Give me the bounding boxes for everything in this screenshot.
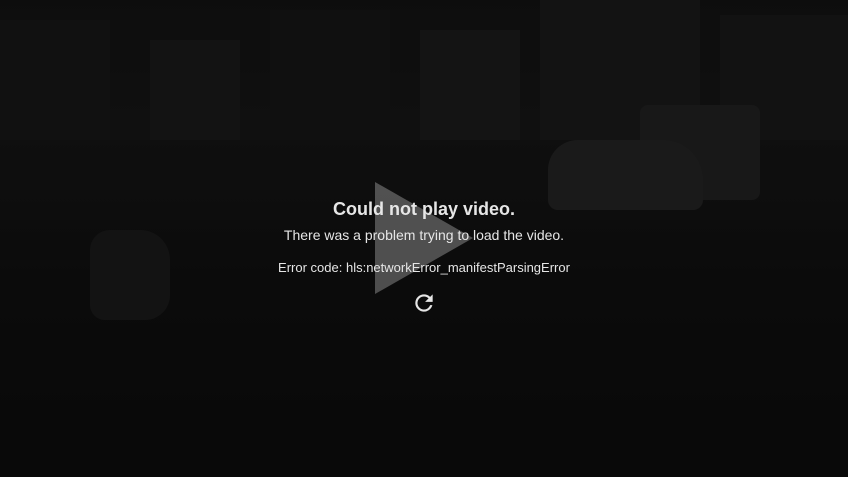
video-player: Could not play video. There was a proble… xyxy=(0,0,848,477)
retry-button[interactable] xyxy=(411,290,437,316)
error-code: Error code: hls:networkError_manifestPar… xyxy=(278,260,570,275)
error-title: Could not play video. xyxy=(332,199,515,219)
error-description: There was a problem trying to load the v… xyxy=(283,227,565,243)
error-panel: Could not play video. There was a proble… xyxy=(0,198,848,321)
retry-icon xyxy=(415,294,433,312)
